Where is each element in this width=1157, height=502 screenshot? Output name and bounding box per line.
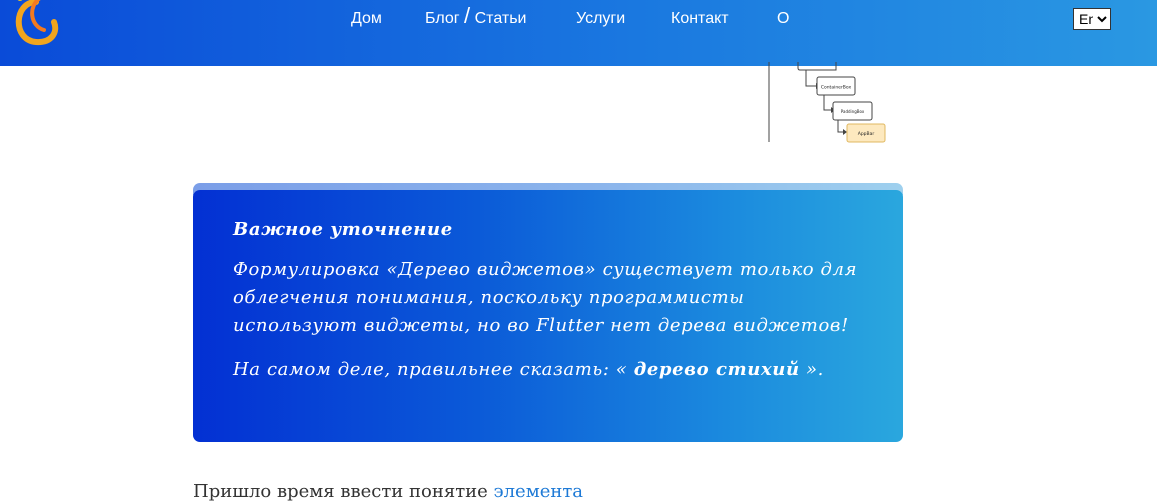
callout-paragraph-1: Формулировка «Дерево виджетов» существуе… <box>233 259 858 336</box>
element-link[interactable]: элемента <box>494 481 584 502</box>
callout-card: Важное уточнение Формулировка «Дерево ви… <box>193 190 903 442</box>
tree-edge-1 <box>805 70 816 87</box>
callout-emphasis: дерево стихий <box>633 359 800 380</box>
nav-home[interactable]: Дом <box>351 8 382 30</box>
tree-arrow-3 <box>843 129 847 135</box>
callout-title: Важное уточнение <box>233 219 453 240</box>
tree-node-partial <box>797 62 837 71</box>
tree-edge-2 <box>823 95 832 111</box>
widget-tree-diagram: ContainerBox PaddingBox AppBar <box>768 62 886 143</box>
nav-articles-label: Статьи <box>474 10 527 27</box>
nav-contact[interactable]: Контакт <box>671 8 729 30</box>
site-header: Дом Блог / Статьи Услуги Контакт О En <box>0 0 1157 66</box>
body-paragraph: Пришло время ввести понятие элемента <box>193 481 913 502</box>
language-select[interactable]: En <box>1073 8 1111 30</box>
body-paragraph-text: Пришло время ввести понятие <box>193 481 494 502</box>
tree-node-appbar-label: AppBar <box>858 131 875 137</box>
nav-separator: / <box>464 3 471 28</box>
nav-about[interactable]: О <box>777 8 789 30</box>
tree-node-padding-label: PaddingBox <box>841 109 865 114</box>
main-nav: Дом Блог / Статьи Услуги Контакт О <box>0 5 1157 30</box>
nav-blog-articles[interactable]: Блог / Статьи <box>425 5 526 30</box>
callout-paragraph-2-lead: На самом деле, правильнее сказать: « <box>233 359 634 380</box>
callout-paragraph-2-tail: ». <box>799 359 824 380</box>
nav-services[interactable]: Услуги <box>576 8 625 30</box>
callout-paragraph-2: На самом деле, правильнее сказать: « дер… <box>233 356 863 384</box>
tree-node-container-label: ContainerBox <box>821 85 852 91</box>
nav-blog-label: Блог <box>425 10 460 27</box>
